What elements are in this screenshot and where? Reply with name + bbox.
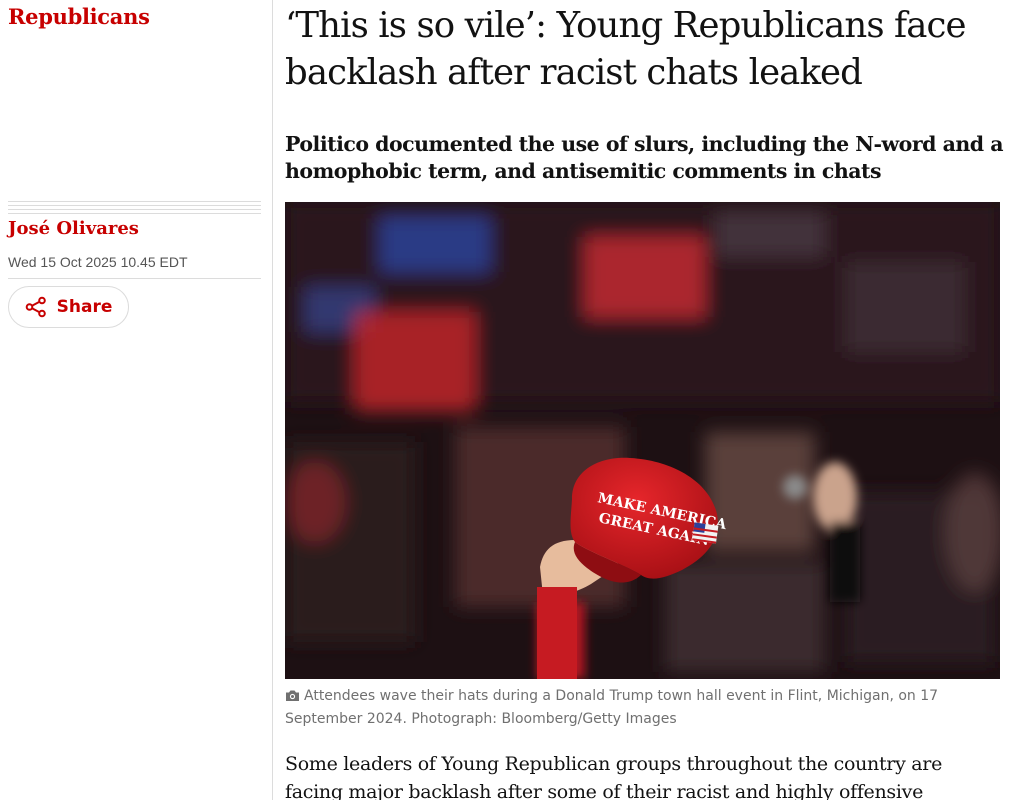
share-icon xyxy=(25,296,47,318)
publish-date: Wed 15 Oct 2025 10.45 EDT xyxy=(8,254,188,270)
image-caption: Attendees wave their hats during a Donal… xyxy=(285,686,985,730)
article-headline: ‘This is so vile’: Young Republicans fac… xyxy=(285,5,967,93)
share-label: Share xyxy=(56,297,113,317)
column-divider xyxy=(272,0,273,800)
hero-image: MAKE AMERICA GREAT AGAIN xyxy=(285,202,1000,679)
author-byline[interactable]: José Olivares xyxy=(8,218,139,239)
article-standfirst: Politico documented the use of slurs, in… xyxy=(285,132,1004,183)
caption-text: Attendees wave their hats during a Donal… xyxy=(285,688,939,727)
article-meta-column: Republicans José Olivares Wed 15 Oct 202… xyxy=(0,0,272,800)
meta-rule xyxy=(8,278,261,279)
section-link[interactable]: Republicans xyxy=(8,4,150,29)
camera-icon xyxy=(285,688,300,709)
share-button[interactable]: Share xyxy=(8,286,129,328)
meta-divider-lines xyxy=(8,201,261,217)
article-body-paragraph: Some leaders of Young Republican groups … xyxy=(285,753,943,800)
